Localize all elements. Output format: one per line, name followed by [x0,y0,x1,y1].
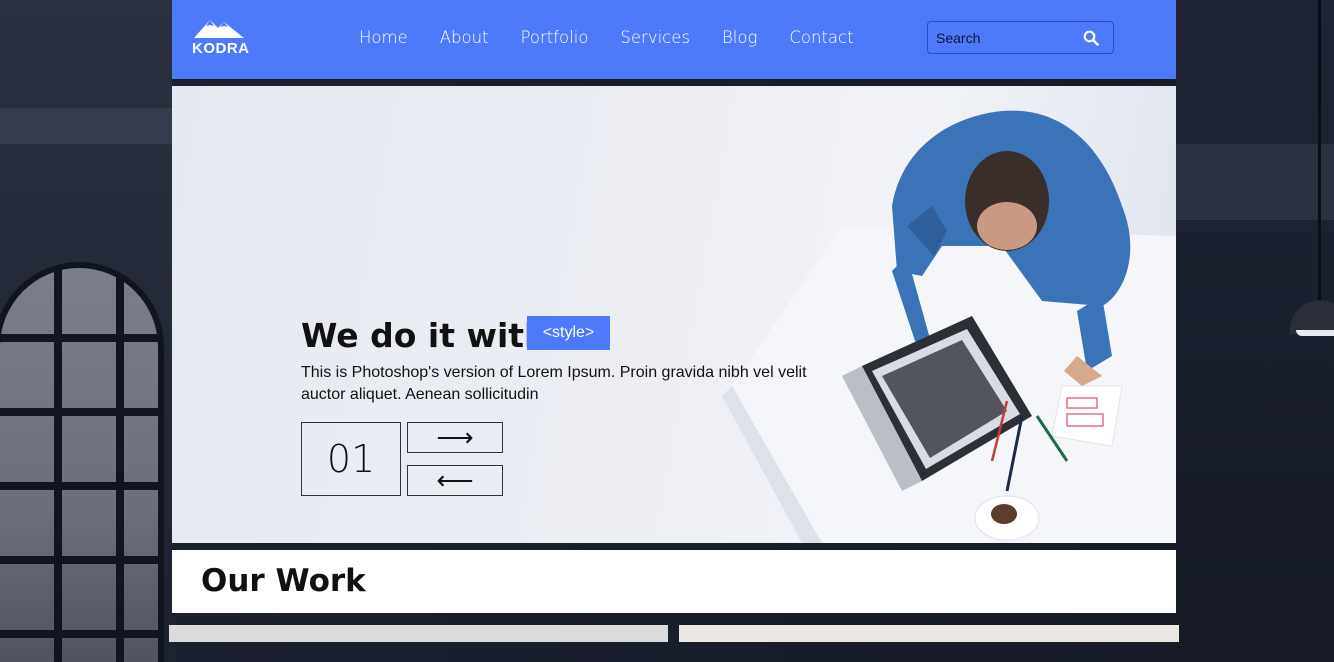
nav-item-about[interactable]: About [440,28,489,47]
hero-description: This is Photoshop's version of Lorem Ips… [301,364,807,403]
search-icon[interactable] [1083,30,1099,46]
work-card-2[interactable] [679,625,1179,642]
section-title: Our Work [201,563,366,599]
our-work-section: Our Work [172,550,1176,613]
search-input[interactable] [928,29,1084,46]
brand-name: KODRA [192,40,250,57]
background-beam [0,108,172,144]
hero-title: We do it with [301,316,548,355]
hero-style-badge: <style> [527,316,610,350]
mountain-logo-icon [194,20,244,38]
hero-image [722,110,1176,543]
prev-slide-button[interactable]: ⟵ [407,465,503,496]
main-nav: Home About Portfolio Services Blog Conta… [359,28,854,47]
nav-item-services[interactable]: Services [620,28,690,47]
nav-item-contact[interactable]: Contact [789,28,853,47]
nav-item-home[interactable]: Home [359,28,408,47]
next-slide-button[interactable]: ⟶ [407,422,503,453]
work-card-1[interactable] [169,625,668,642]
site-header: KODRA Home About Portfolio Services Blog… [172,0,1176,79]
background-lamp [1290,0,1334,340]
brand-logo[interactable]: KODRA [192,16,250,60]
nav-item-blog[interactable]: Blog [722,28,757,47]
nav-item-portfolio[interactable]: Portfolio [521,28,589,47]
slide-counter: 01 [301,422,401,496]
hero-slider: We do it with <style> This is Photoshop'… [172,86,1176,543]
background-right-beam [1176,144,1334,220]
search-box [927,21,1114,54]
background-arched-window [0,262,164,662]
